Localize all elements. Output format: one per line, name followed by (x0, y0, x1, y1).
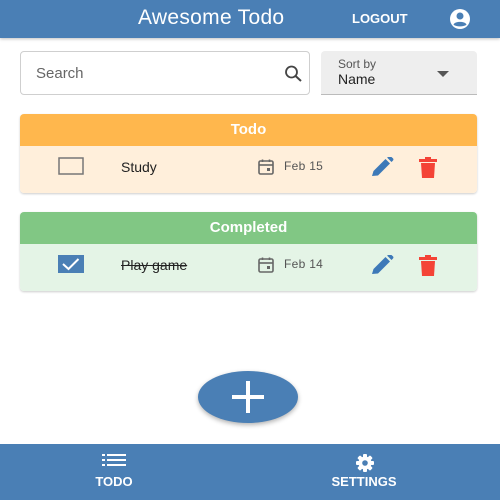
completed-section-header: Completed (20, 212, 477, 244)
todo-item-text: Study (121, 159, 157, 175)
search-icon[interactable] (283, 64, 305, 84)
completed-item-text: Play game (121, 257, 188, 273)
delete-icon[interactable] (418, 255, 438, 277)
unchecked-checkbox-icon[interactable] (58, 157, 84, 175)
gear-icon (356, 454, 374, 472)
sort-value: Name (338, 71, 376, 87)
search-input[interactable] (36, 62, 256, 84)
app-bar: Awesome Todo LOGOUT (0, 0, 500, 38)
account-circle-icon[interactable] (447, 8, 473, 30)
sort-select[interactable]: Sort by Name (321, 51, 477, 95)
dropdown-arrow-icon[interactable] (437, 71, 449, 77)
completed-item: Play game Feb 14 (20, 244, 477, 291)
app-title: Awesome Todo (138, 6, 285, 29)
nav-settings[interactable]: SETTINGS (250, 444, 500, 500)
nav-settings-label: SETTINGS (331, 474, 397, 489)
search-field[interactable] (20, 51, 310, 95)
sort-label: Sort by (338, 57, 377, 71)
list-icon (102, 454, 126, 466)
delete-icon[interactable] (418, 157, 438, 179)
todo-item: Study Feb 15 (20, 146, 477, 193)
nav-todo[interactable]: TODO (0, 444, 250, 500)
calendar-icon (258, 257, 274, 273)
add-todo-button[interactable] (198, 371, 298, 423)
plus-icon (232, 381, 264, 413)
todo-section: Todo Study Feb 15 (20, 114, 477, 193)
bottom-navigation: TODO SETTINGS (0, 444, 500, 500)
todo-item-date: Feb 15 (284, 159, 324, 173)
completed-section: Completed Play game Feb 14 (20, 212, 477, 291)
calendar-icon (258, 159, 274, 175)
edit-icon[interactable] (369, 255, 395, 277)
checked-checkbox-icon[interactable] (58, 255, 84, 273)
nav-todo-label: TODO (95, 474, 133, 489)
todo-section-header: Todo (20, 114, 477, 146)
completed-item-date: Feb 14 (284, 257, 324, 271)
logout-button[interactable]: LOGOUT (352, 11, 408, 26)
edit-icon[interactable] (369, 157, 395, 179)
